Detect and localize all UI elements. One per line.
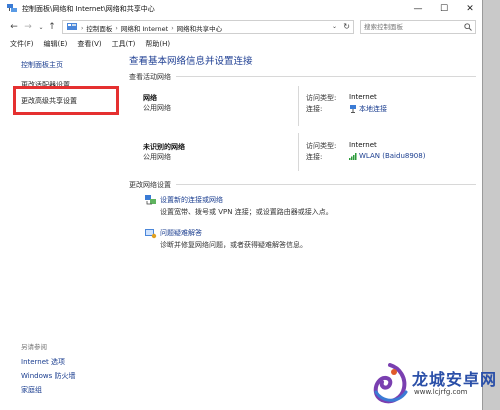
network-2-connection-link[interactable]: WLAN (Baidu8908) bbox=[349, 152, 425, 160]
troubleshoot-icon bbox=[145, 229, 157, 239]
menu-view[interactable]: 查看(V) bbox=[73, 38, 107, 51]
dragon-logo-icon bbox=[373, 363, 408, 404]
control-panel-window: 控制面板\网络和 Internet\网络和共享中心 — ☐ ✕ ← → ⌄ ↑ … bbox=[0, 0, 483, 410]
breadcrumb-control-panel[interactable]: 控制面板 bbox=[86, 23, 112, 33]
network-2-access-value: Internet bbox=[349, 141, 377, 149]
sidebar-item-internet-options[interactable]: Internet 选项 bbox=[21, 357, 65, 367]
refresh-icon[interactable]: ↻ bbox=[343, 22, 350, 31]
see-also-heading: 另请参阅 bbox=[21, 343, 47, 351]
network-1-category[interactable]: 公用网络 bbox=[143, 103, 171, 113]
breadcrumb: › 控制面板 › 网络和 Internet › 网络和共享中心 bbox=[81, 23, 223, 34]
breadcrumb-chevron-icon[interactable]: › bbox=[115, 25, 117, 32]
search-icon[interactable] bbox=[464, 23, 472, 31]
vertical-divider bbox=[298, 133, 299, 171]
network-1-connection-text[interactable]: 本地连接 bbox=[359, 104, 387, 114]
watermark-url: www.lcjrfg.com bbox=[414, 388, 468, 396]
minimize-button[interactable]: — bbox=[406, 0, 430, 17]
close-button[interactable]: ✕ bbox=[458, 0, 482, 17]
breadcrumb-chevron-icon[interactable]: › bbox=[171, 25, 173, 32]
menu-bar: 文件(F) 编辑(E) 查看(V) 工具(T) 帮助(H) bbox=[0, 38, 482, 51]
setup-new-connection-link[interactable]: 设置新的连接或网络 bbox=[160, 195, 223, 205]
network-2-access-label: 访问类型: bbox=[306, 142, 337, 150]
search-input[interactable] bbox=[364, 22, 459, 32]
section-divider bbox=[176, 184, 476, 185]
wifi-signal-icon bbox=[349, 153, 357, 160]
new-connection-icon bbox=[145, 195, 156, 205]
breadcrumb-network-internet[interactable]: 网络和 Internet bbox=[121, 23, 168, 33]
change-settings-heading: 更改网络设置 bbox=[129, 181, 171, 189]
up-arrow-icon[interactable]: ↑ bbox=[46, 20, 58, 34]
control-panel-icon bbox=[67, 23, 77, 30]
back-arrow-icon[interactable]: ← bbox=[8, 20, 20, 34]
active-networks-heading: 查看活动网络 bbox=[129, 73, 171, 81]
page-title: 查看基本网络信息并设置连接 bbox=[129, 56, 253, 67]
ethernet-icon bbox=[350, 105, 356, 113]
troubleshoot-link[interactable]: 问题疑难解答 bbox=[160, 228, 202, 238]
navigation-bar: ← → ⌄ ↑ › 控制面板 › 网络和 Internet › 网络和共享中心 … bbox=[0, 17, 482, 37]
network-2-category[interactable]: 公用网络 bbox=[143, 152, 171, 162]
network-1-connection-link[interactable]: 本地连接 bbox=[349, 104, 387, 114]
network-2-connection-label: 连接: bbox=[306, 153, 323, 161]
network-1-access-label: 访问类型: bbox=[306, 94, 337, 102]
network-1-access-value: Internet bbox=[349, 93, 377, 101]
breadcrumb-chevron-icon: › bbox=[81, 24, 84, 32]
title-bar: 控制面板\网络和 Internet\网络和共享中心 — ☐ ✕ bbox=[0, 0, 482, 17]
network-1-name: 网络 bbox=[143, 94, 157, 102]
menu-edit[interactable]: 编辑(E) bbox=[40, 38, 74, 51]
address-bar[interactable]: › 控制面板 › 网络和 Internet › 网络和共享中心 ⌄ ↻ bbox=[62, 20, 354, 34]
watermark: 龙城安卓网 www.lcjrfg.com bbox=[370, 360, 498, 408]
network-2-connection-text[interactable]: WLAN (Baidu8908) bbox=[359, 152, 425, 160]
sidebar-item-home[interactable]: 控制面板主页 bbox=[21, 60, 63, 70]
forward-arrow-icon[interactable]: → bbox=[22, 20, 34, 34]
maximize-button[interactable]: ☐ bbox=[432, 0, 456, 17]
watermark-brand: 龙城安卓网 bbox=[412, 370, 498, 389]
network-1-connection-label: 连接: bbox=[306, 105, 323, 113]
sidebar: 控制面板主页 更改适配器设置 更改高级共享设置 另请参阅 Internet 选项… bbox=[0, 51, 120, 410]
network-2-name: 未识别的网络 bbox=[143, 143, 185, 151]
window-title: 控制面板\网络和 Internet\网络和共享中心 bbox=[22, 5, 155, 13]
setup-new-connection-desc: 设置宽带、拨号或 VPN 连接；或设置路由器或接入点。 bbox=[160, 208, 333, 216]
main-content: 查看基本网络信息并设置连接 查看活动网络 网络 公用网络 访问类型: Inter… bbox=[122, 51, 482, 410]
chevron-down-icon[interactable]: ⌄ bbox=[332, 23, 337, 30]
network-app-icon bbox=[7, 4, 17, 12]
search-box[interactable] bbox=[360, 20, 476, 34]
vertical-divider bbox=[298, 86, 299, 126]
menu-help[interactable]: 帮助(H) bbox=[141, 38, 176, 51]
breadcrumb-sharing-center[interactable]: 网络和共享中心 bbox=[177, 23, 223, 33]
menu-file[interactable]: 文件(F) bbox=[6, 38, 40, 51]
red-highlight-box bbox=[13, 86, 119, 115]
menu-tools[interactable]: 工具(T) bbox=[108, 38, 142, 51]
troubleshoot-desc: 诊断并修复网络问题，或者获得疑难解答信息。 bbox=[160, 241, 307, 249]
section-divider bbox=[176, 76, 476, 77]
sidebar-item-firewall[interactable]: Windows 防火墙 bbox=[21, 371, 75, 381]
sidebar-item-homegroup[interactable]: 家庭组 bbox=[21, 385, 42, 395]
